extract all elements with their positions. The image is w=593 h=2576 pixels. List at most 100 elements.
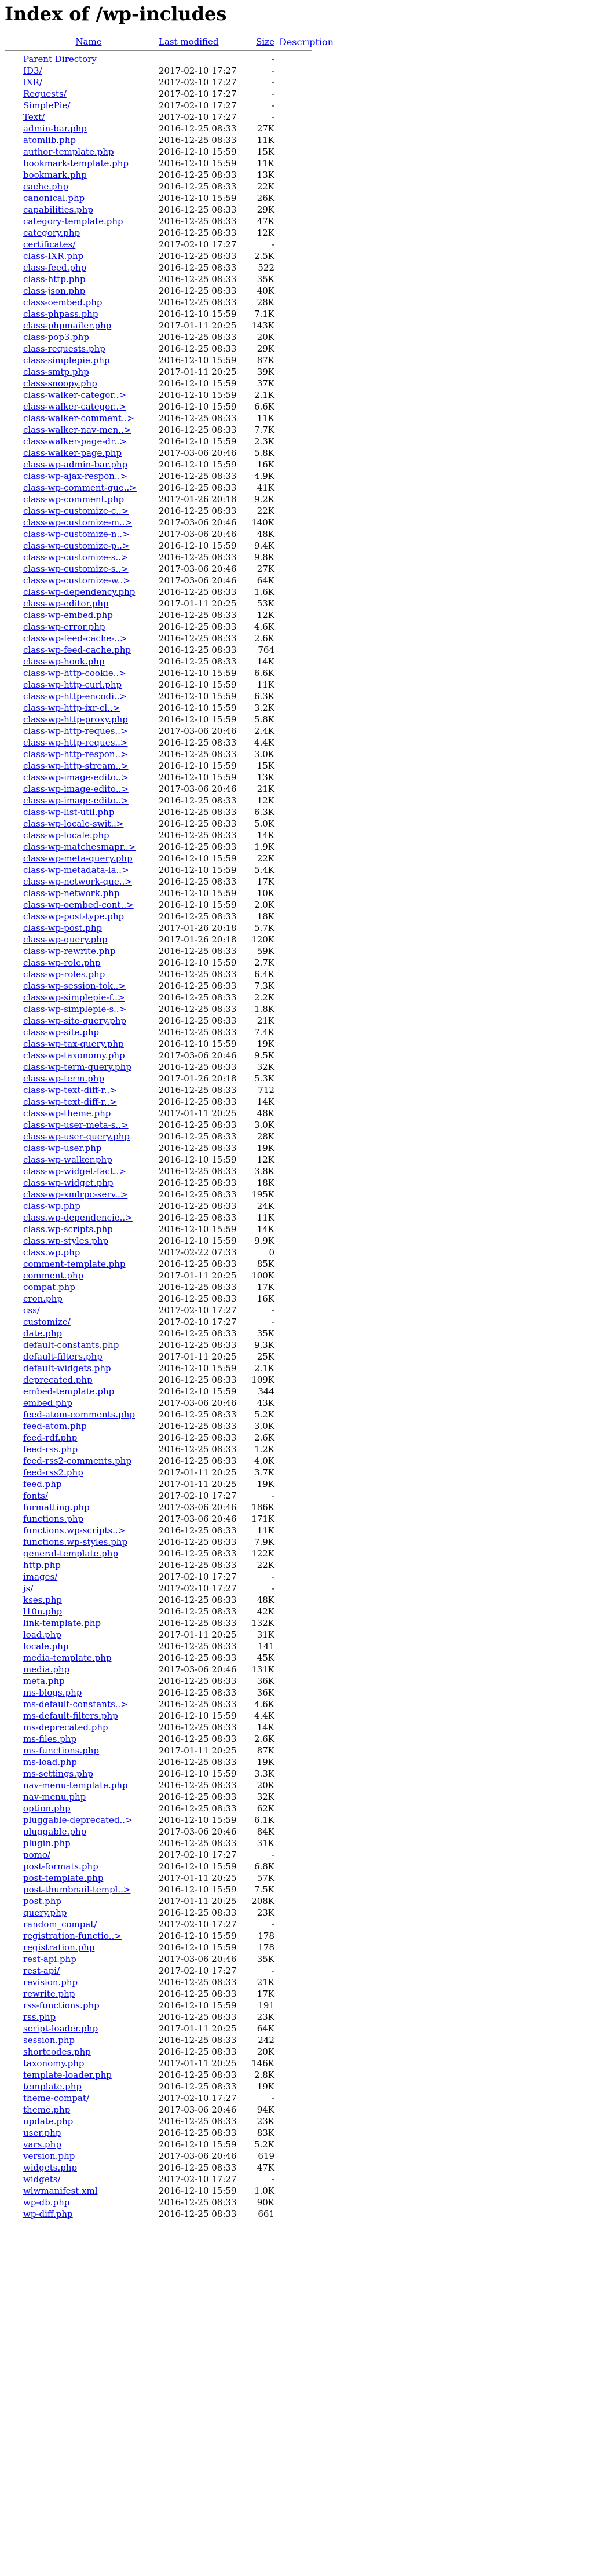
file-link[interactable]: ms-load.php xyxy=(23,1757,77,1767)
file-link[interactable]: compat.php xyxy=(23,1282,75,1292)
file-link[interactable]: class-feed.php xyxy=(23,262,86,273)
file-link[interactable]: bookmark-template.php xyxy=(23,158,129,169)
file-link[interactable]: class-wp-role.php xyxy=(23,958,101,968)
file-link[interactable]: class-wp-http-proxy.php xyxy=(23,714,128,725)
file-link[interactable]: class-wp-site.php xyxy=(23,1027,99,1037)
file-link[interactable]: script-loader.php xyxy=(23,2023,98,2034)
file-link[interactable]: class-wp-comment.php xyxy=(23,494,124,505)
file-link[interactable]: class-oembed.php xyxy=(23,297,102,308)
file-link[interactable]: version.php xyxy=(23,2151,75,2161)
file-link[interactable]: class-wp-feed-cache-..> xyxy=(23,633,127,644)
sort-by-size-link[interactable]: Size xyxy=(256,36,274,47)
file-link[interactable]: comment-template.php xyxy=(23,1259,126,1269)
file-link[interactable]: class-wp-text-diff-r..> xyxy=(23,1097,117,1107)
file-link[interactable]: functions.wp-scripts..> xyxy=(23,1525,125,1536)
file-link[interactable]: class-wp-hook.php xyxy=(23,656,105,667)
file-link[interactable]: plugin.php xyxy=(23,1838,71,1848)
file-link[interactable]: class-wp-term-query.php xyxy=(23,1062,131,1072)
file-link[interactable]: ms-files.php xyxy=(23,1734,76,1744)
file-link[interactable]: class-walker-categor..> xyxy=(23,401,126,412)
file-link[interactable]: class-walker-nav-men..> xyxy=(23,425,131,435)
file-link[interactable]: class-wp-customize-p..> xyxy=(23,540,130,551)
file-link[interactable]: ms-default-filters.php xyxy=(23,1711,118,1721)
file-link[interactable]: class-wp-locale-swit..> xyxy=(23,819,124,829)
file-link[interactable]: class-wp-image-edito..> xyxy=(23,784,129,794)
file-link[interactable]: class-wp-http-stream..> xyxy=(23,761,129,771)
file-link[interactable]: class.wp-scripts.php xyxy=(23,1224,113,1234)
file-link[interactable]: nav-menu-template.php xyxy=(23,1780,128,1791)
file-link[interactable]: js/ xyxy=(23,1583,33,1594)
file-link[interactable]: pluggable.php xyxy=(23,1826,86,1837)
file-link[interactable]: class-wp-customize-w..> xyxy=(23,575,130,586)
file-link[interactable]: class-wp-customize-m..> xyxy=(23,517,132,528)
file-link[interactable]: images/ xyxy=(23,1572,57,1582)
file-link[interactable]: kses.php xyxy=(23,1595,62,1605)
file-link[interactable]: class-simplepie.php xyxy=(23,355,110,366)
file-link[interactable]: feed-rss.php xyxy=(23,1444,78,1455)
file-link[interactable]: class-wp-term.php xyxy=(23,1073,104,1084)
file-link[interactable]: class-wp-user-query.php xyxy=(23,1131,130,1142)
file-link[interactable]: class-wp-locale.php xyxy=(23,830,109,841)
file-link[interactable]: taxonomy.php xyxy=(23,2058,85,2069)
file-link[interactable]: class-wp-site-query.php xyxy=(23,1015,126,1026)
file-link[interactable]: feed-rss2-comments.php xyxy=(23,1456,131,1466)
file-link[interactable]: formatting.php xyxy=(23,1502,90,1512)
file-link[interactable]: query.php xyxy=(23,1908,67,1918)
file-link[interactable]: cache.php xyxy=(23,181,68,192)
file-link[interactable]: template-loader.php xyxy=(23,2070,112,2080)
file-link[interactable]: class-wp-http-encodi..> xyxy=(23,691,127,701)
file-link[interactable]: category-template.php xyxy=(23,216,123,226)
file-link[interactable]: ID3/ xyxy=(23,65,42,76)
file-link[interactable]: class-wp-list-util.php xyxy=(23,807,114,817)
file-link[interactable]: default-filters.php xyxy=(23,1351,103,1362)
file-link[interactable]: class-wp-network.php xyxy=(23,888,119,898)
file-link[interactable]: http.php xyxy=(23,1560,61,1570)
file-link[interactable]: class-wp-admin-bar.php xyxy=(23,459,127,470)
file-link[interactable]: ms-blogs.php xyxy=(23,1687,82,1698)
file-link[interactable]: class-wp-roles.php xyxy=(23,969,105,980)
file-link[interactable]: class-wp-post.php xyxy=(23,923,102,933)
file-link[interactable]: class-wp-http-respon..> xyxy=(23,749,128,759)
file-link[interactable]: class-walker-comment..> xyxy=(23,413,134,423)
file-link[interactable]: load.php xyxy=(23,1629,61,1640)
file-link[interactable]: wp-diff.php xyxy=(23,2209,73,2219)
file-link[interactable]: class-http.php xyxy=(23,274,86,284)
file-link[interactable]: class-wp-comment-que..> xyxy=(23,483,137,493)
file-link[interactable]: class-wp-oembed-cont..> xyxy=(23,900,134,910)
file-link[interactable]: rss-functions.php xyxy=(23,2000,100,2011)
file-link[interactable]: SimplePie/ xyxy=(23,100,70,111)
file-link[interactable]: class-json.php xyxy=(23,286,85,296)
file-link[interactable]: class-wp-network-que..> xyxy=(23,876,132,887)
file-link[interactable]: feed-atom-comments.php xyxy=(23,1409,135,1420)
file-link[interactable]: widgets.php xyxy=(23,2162,77,2173)
file-link[interactable]: rest-api/ xyxy=(23,1965,60,1976)
file-link[interactable]: class-wp-simplepie-f..> xyxy=(23,992,125,1003)
file-link[interactable]: class-wp-customize-n..> xyxy=(23,529,130,539)
file-link[interactable]: post-formats.php xyxy=(23,1861,98,1872)
file-link[interactable]: class-wp-customize-s..> xyxy=(23,552,129,562)
file-link[interactable]: class-wp-taxonomy.php xyxy=(23,1050,125,1061)
file-link[interactable]: class-wp-post-type.php xyxy=(23,911,124,922)
file-link[interactable]: atomlib.php xyxy=(23,135,76,145)
file-link[interactable]: class-wp-xmlrpc-serv..> xyxy=(23,1189,127,1200)
file-link[interactable]: class-wp-tax-query.php xyxy=(23,1039,124,1049)
file-link[interactable]: meta.php xyxy=(23,1676,65,1686)
file-link[interactable]: admin-bar.php xyxy=(23,123,87,134)
file-link[interactable]: rewrite.php xyxy=(23,1989,75,1999)
file-link[interactable]: option.php xyxy=(23,1803,71,1814)
file-link[interactable]: author-template.php xyxy=(23,147,114,157)
file-link[interactable]: class-smtp.php xyxy=(23,367,89,377)
file-link[interactable]: class-wp-user.php xyxy=(23,1143,102,1153)
description-column-header[interactable]: Description xyxy=(277,36,336,47)
file-link[interactable]: update.php xyxy=(23,2116,73,2126)
file-link[interactable]: pomo/ xyxy=(23,1850,50,1860)
file-link[interactable]: class-wp-metadata-la..> xyxy=(23,865,129,875)
modified-column-header[interactable]: Last modified xyxy=(156,36,248,47)
file-link[interactable]: template.php xyxy=(23,2081,82,2092)
file-link[interactable]: class-wp-simplepie-s..> xyxy=(23,1004,126,1014)
file-link[interactable]: l10n.php xyxy=(23,1606,62,1617)
file-link[interactable]: default-constants.php xyxy=(23,1340,119,1350)
file-link[interactable]: ms-deprecated.php xyxy=(23,1722,108,1733)
file-link[interactable]: class-phpmailer.php xyxy=(23,320,111,331)
file-link[interactable]: class-wp-widget-fact..> xyxy=(23,1166,126,1176)
